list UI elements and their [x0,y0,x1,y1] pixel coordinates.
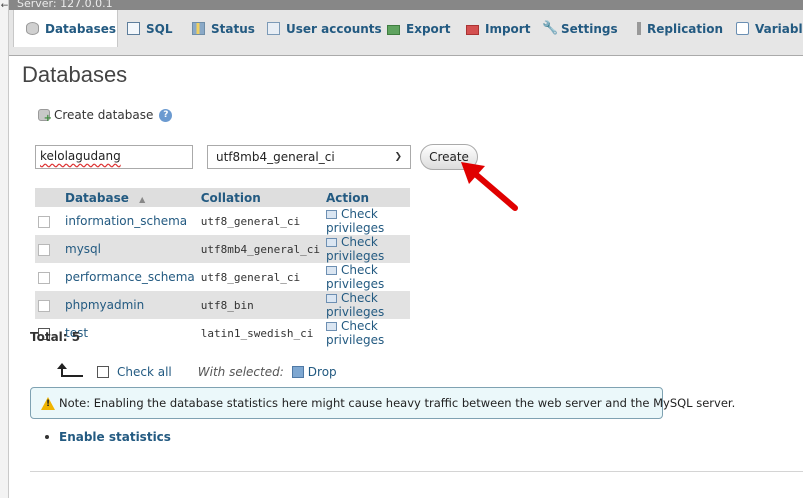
enable-statistics-item: Enable statistics [45,430,171,444]
tab-label: Import [485,21,531,36]
column-header-action: Action [322,188,410,207]
tab-label: Settings [561,21,618,36]
table-row: performance_schema utf8_general_ci Check… [35,263,410,291]
collation-value: utf8_bin [200,299,254,312]
check-privileges-link[interactable]: Check privileges [322,235,410,263]
statistics-notice: Note: Enabling the database statistics h… [30,387,735,419]
divider [30,471,803,472]
warning-icon [41,396,55,410]
database-link[interactable]: mysql [65,242,101,256]
sort-ascending-icon: ▲ [139,194,146,204]
table-header-row: Database ▲ Collation Action [35,188,410,207]
page-title: Databases [22,62,128,87]
privileges-icon [325,210,337,219]
column-header-label: Database [65,190,129,205]
row-select[interactable] [35,235,59,263]
enable-statistics-link[interactable]: Enable statistics [59,430,171,444]
tab-databases[interactable]: Databases [13,10,118,47]
tab-settings[interactable]: 🔧 Settings [542,10,618,47]
notice-text: Note: Enabling the database statistics h… [59,396,736,410]
status-icon [192,22,205,35]
tab-label: Databases [45,21,117,36]
database-name-value: kelolagudang [40,149,121,163]
tab-variables[interactable]: Variables [736,10,803,47]
row-checkbox[interactable] [38,299,50,312]
column-header-database[interactable]: Database ▲ [59,188,198,207]
database-link[interactable]: phpmyadmin [65,298,144,312]
database-link[interactable]: information_schema [65,214,187,228]
arrow-up-left-icon [55,363,83,379]
check-all-checkbox[interactable] [97,366,109,378]
collapse-navigation-strip[interactable]: ← [0,0,9,498]
import-icon [466,24,479,35]
collation-value: latin1_swedish_ci [200,327,314,340]
create-database-label: Create database [54,108,154,122]
replication-icon [637,22,641,35]
tab-status[interactable]: Status [192,10,255,47]
bullet [45,435,49,439]
column-header-collation[interactable]: Collation [197,188,323,207]
bulk-actions: Check all With selected: Drop [55,363,337,379]
row-select[interactable] [35,207,59,235]
privileges-icon [325,322,337,331]
table-row: information_schema utf8_general_ci Check… [35,207,410,235]
select-column-header [35,188,59,207]
collation-selected-value: utf8mb4_general_ci [216,150,335,164]
tab-label: Replication [647,21,724,36]
table-row: mysql utf8mb4_general_ci Check privilege… [35,235,410,263]
with-selected-label: With selected: [197,365,284,379]
collation-value: utf8_general_ci [200,215,301,228]
tab-import[interactable]: Import [466,10,530,47]
collation-select[interactable]: utf8mb4_general_ci ❯ [207,145,411,169]
user-accounts-icon [267,22,280,35]
database-icon [26,22,39,35]
check-all-label[interactable]: Check all [117,365,172,379]
row-select[interactable] [35,263,59,291]
variables-icon [736,22,749,35]
table-row: phpmyadmin utf8_bin Check privileges [35,291,410,319]
collation-value: utf8mb4_general_ci [200,243,320,256]
row-select[interactable] [35,291,59,319]
export-icon [387,24,400,35]
check-privileges-link[interactable]: Check privileges [322,207,410,235]
privileges-icon [325,266,337,275]
privileges-icon [325,238,337,247]
tab-user-accounts[interactable]: User accounts [267,10,382,47]
sql-icon [127,22,140,35]
tab-label: Export [406,21,451,36]
tab-replication[interactable]: Replication [637,10,723,47]
server-breadcrumb[interactable]: Server: 127.0.0.1 [17,0,113,10]
chevron-down-icon: ❯ [394,152,402,162]
tab-label: Status [211,21,255,36]
tab-label: User accounts [286,21,382,36]
settings-icon: 🔧 [542,21,559,36]
total-count: Total: 5 [30,330,81,344]
check-privileges-link[interactable]: Check privileges [322,263,410,291]
create-database-icon [38,109,52,124]
row-checkbox[interactable] [38,271,50,284]
create-database-heading: Create database ? [38,108,173,124]
row-checkbox[interactable] [38,215,50,228]
table-row: test latin1_swedish_ci Check privileges [35,319,410,347]
database-name-input[interactable]: kelolagudang [35,145,193,169]
red-arrow-icon [461,162,518,211]
drop-icon[interactable] [291,366,304,378]
help-icon[interactable]: ? [159,108,173,122]
breadcrumb-bar: Server: 127.0.0.1 [9,0,803,10]
tab-export[interactable]: Export [387,10,450,47]
top-menu-tabs: Databases SQL Status User accounts Expor… [9,10,803,56]
tab-label: SQL [146,21,173,36]
collation-value: utf8_general_ci [200,271,301,284]
check-privileges-link[interactable]: Check privileges [322,319,410,347]
privileges-icon [325,294,337,303]
drop-button[interactable]: Drop [308,365,337,379]
tab-sql[interactable]: SQL [127,10,173,47]
check-privileges-link[interactable]: Check privileges [322,291,410,319]
row-checkbox[interactable] [38,243,50,256]
database-link[interactable]: performance_schema [65,270,195,284]
arrow-left-icon[interactable]: ← [0,2,9,11]
tab-label: Variables [755,21,803,36]
database-table: Database ▲ Collation Action information_… [35,188,410,347]
